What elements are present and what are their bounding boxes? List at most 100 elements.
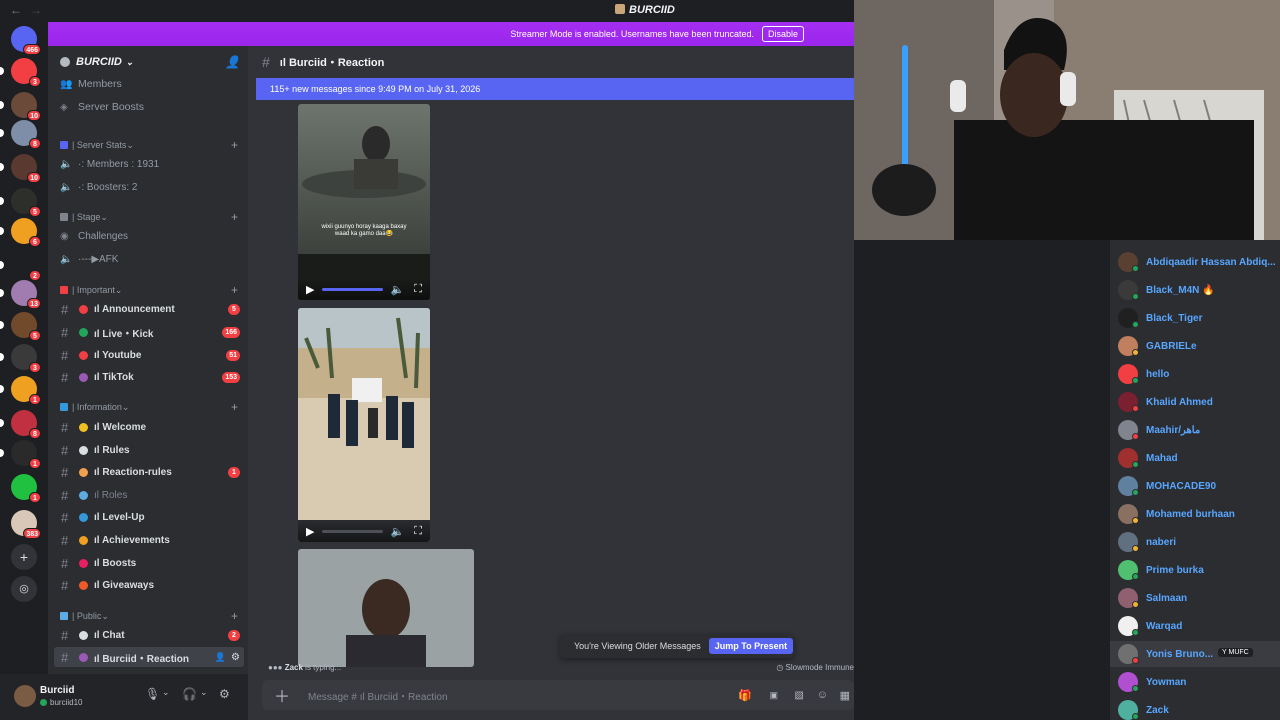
channel-item[interactable]: # ıl Boosts [48,553,248,573]
server-icon[interactable]: 10 [0,92,41,121]
headphones-icon[interactable]: 🎧 [182,687,197,701]
channel-item[interactable]: # ıl Youtube 51 [48,345,248,365]
server-icon[interactable]: 1 [11,474,41,503]
member-item[interactable]: Yowman [1110,669,1280,695]
server-icon[interactable]: 5 [0,312,41,341]
member-item[interactable]: Salmaan [1110,585,1280,611]
plus-icon[interactable]: ＋ [274,683,290,707]
member-item[interactable]: Black_M4N 🔥 [1110,277,1280,303]
chevron-down-icon[interactable]: ⌄ [162,687,170,698]
add-channel-icon[interactable]: + [231,609,238,623]
server-icon[interactable]: 383 [11,510,41,539]
channel-item[interactable]: # ıl Announcement 5 [48,299,248,319]
server-icon[interactable]: 466 [11,26,41,55]
add-server-button[interactable]: + [11,544,37,570]
member-item[interactable]: Maahir/ماهر [1110,417,1280,443]
gear-icon[interactable]: ⚙ [219,687,230,701]
sidebar-item-server-boosts[interactable]: ◈ Server Boosts [48,97,248,117]
member-item[interactable]: GABRIELe [1110,333,1280,359]
member-item[interactable]: Zack [1110,697,1280,720]
voice-channel[interactable]: 🔈 ·---▶AFK [48,249,248,269]
add-channel-icon[interactable]: + [231,400,238,414]
channel-item[interactable]: # ıl Live・Kick 166 [48,322,248,342]
channel-item[interactable]: # ıl Rules [48,440,248,460]
progress-bar[interactable] [322,529,383,533]
add-member-icon[interactable]: 👤 [215,652,226,663]
add-channel-icon[interactable]: + [231,210,238,224]
discover-icon[interactable]: ◎ [11,576,37,602]
video-attachment[interactable]: ▶ 🔈 ⛶ [298,308,430,542]
category-important[interactable]: | Important ⌄ + [48,280,248,300]
category-stage[interactable]: | Stage ⌄ + [48,207,248,227]
member-item[interactable]: Abdiqaadir Hassan Abdiq... [1110,249,1280,275]
sticker-icon[interactable]: ▧ [795,690,804,701]
member-item[interactable]: naberi [1110,529,1280,555]
back-arrow-icon[interactable]: ← [10,3,22,17]
member-item[interactable]: Mahad [1110,445,1280,471]
channel-item[interactable]: # ıl Burciid・Reaction 👤 ⚙ [54,647,244,667]
new-messages-bar[interactable]: 115+ new messages since 9:49 PM on July … [256,78,854,100]
member-item[interactable]: MOHACADE90 [1110,473,1280,499]
video-attachment[interactable]: wixii guunyo horay kaaga baxay waad ka g… [298,104,430,300]
member-item[interactable]: Warqad [1110,613,1280,639]
member-item[interactable]: Black_Tiger [1110,305,1280,331]
channel-item[interactable]: # ıl TikTok 153 [48,367,248,387]
message-input[interactable]: Message # ıl Burciid・Reaction [308,688,448,703]
avatar[interactable] [14,685,36,707]
server-icon[interactable]: 1 [0,376,41,405]
chevron-down-icon[interactable]: ⌄ [200,687,208,698]
jump-to-present-button[interactable]: Jump To Present [708,638,794,654]
category-information[interactable]: | Information ⌄ + [48,397,248,417]
play-icon[interactable]: ▶ [306,283,314,296]
voice-channel[interactable]: 🔈 ·: Boosters: 2 [48,177,248,197]
server-icon[interactable]: 10 [0,154,41,183]
emoji-icon[interactable]: ☺ [817,689,828,701]
gear-icon[interactable]: ⚙ [231,652,240,663]
server-icon[interactable]: 2 [0,252,41,281]
voice-channel[interactable]: ◉ Challenges [48,226,248,246]
channel-label: ıl Giveaways [94,579,155,591]
channel-item[interactable]: # ıl Achievements [48,530,248,550]
mention-badge: 2 [29,270,41,281]
add-channel-icon[interactable]: + [231,283,238,297]
microphone-icon[interactable]: 🎙 [145,687,160,701]
volume-icon[interactable]: 🔈 [391,525,405,538]
voice-channel[interactable]: 🔈 ·: Members : 1931 [48,154,248,174]
member-item[interactable]: Khalid Ahmed [1110,389,1280,415]
member-item[interactable]: hello [1110,361,1280,387]
member-item[interactable]: Prime burka [1110,557,1280,583]
member-item[interactable]: Yonis Bruno... Y MUFC [1110,641,1280,667]
category-server_stats[interactable]: | Server Stats ⌄ + [48,135,248,155]
channel-item[interactable]: # ıl Level-Up [48,507,248,527]
channel-item[interactable]: # ıl Reaction-rules 1 [48,462,248,482]
server-icon[interactable]: 13 [0,280,41,309]
server-icon[interactable]: 3 [0,58,41,87]
sidebar-item-members[interactable]: 👥 Members [48,74,248,94]
fullscreen-icon[interactable]: ⛶ [414,525,422,538]
member-item[interactable]: Mohamed burhaan [1110,501,1280,527]
server-icon[interactable]: 6 [0,218,41,247]
channel-item[interactable]: # ıl Chat 2 [48,625,248,645]
video-attachment[interactable] [298,549,474,667]
server-icon[interactable]: 8 [0,410,41,439]
add-member-icon[interactable]: 👤 [225,55,240,69]
gif-icon[interactable]: ▣ [769,690,778,701]
fullscreen-icon[interactable]: ⛶ [414,283,422,296]
play-icon[interactable]: ▶ [306,525,314,538]
server-icon[interactable]: 3 [0,344,41,373]
disable-streamer-mode-button[interactable]: Disable [761,26,804,42]
forward-arrow-icon[interactable]: → [30,3,42,17]
volume-icon[interactable]: 🔈 [391,283,405,296]
channel-item[interactable]: # ıl Roles [48,485,248,505]
message-composer[interactable]: ＋ Message # ıl Burciid・Reaction 🎁 ▣ ▧ ☺ … [262,680,854,710]
progress-bar[interactable] [322,287,383,291]
channel-item[interactable]: # ıl Giveaways [48,575,248,595]
server-icon[interactable]: 1 [0,440,41,469]
server-icon[interactable]: 5 [0,188,41,217]
add-channel-icon[interactable]: + [231,138,238,152]
server-icon[interactable]: 8 [0,120,41,149]
apps-icon[interactable]: ▦ [840,689,850,702]
channel-item[interactable]: # ıl Welcome [48,417,248,437]
category-public[interactable]: | Public ⌄ + [48,606,248,626]
gift-icon[interactable]: 🎁 [738,689,752,702]
